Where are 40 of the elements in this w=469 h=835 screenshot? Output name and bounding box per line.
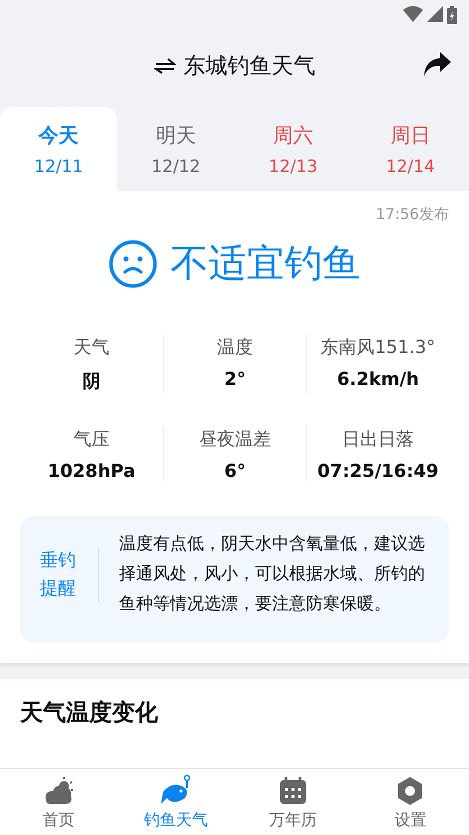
day-tab[interactable]: 周日 12/14 — [352, 107, 469, 191]
day-date: 12/12 — [151, 156, 200, 176]
wifi-icon — [403, 6, 423, 22]
nav-tab[interactable]: 首页 — [0, 769, 118, 835]
stat-label: 日出日落 — [342, 428, 414, 451]
day-date: 12/11 — [34, 156, 84, 176]
day-label: 周六 — [273, 122, 314, 148]
section-title: 天气温度变化 — [20, 699, 159, 728]
stat-label: 温度 — [217, 336, 253, 359]
stat-value: 07:25/16:49 — [317, 461, 439, 482]
tip-title: 垂钓提醒 — [40, 546, 99, 603]
sad-face-icon — [108, 240, 156, 288]
day-tab[interactable]: 今天 12/11 — [0, 107, 118, 191]
nav-tab[interactable]: 万年历 — [234, 769, 352, 835]
stat-value: 6.2km/h — [336, 369, 419, 390]
day-date: 12/14 — [386, 156, 435, 176]
stat-label: 气压 — [74, 428, 110, 451]
day-tab[interactable]: 周六 12/13 — [234, 107, 352, 191]
stat-value: 2° — [224, 369, 246, 390]
share-icon[interactable] — [423, 51, 451, 77]
stat-value: 1028hPa — [48, 461, 136, 482]
battery-icon — [447, 6, 457, 24]
stat-label: 天气 — [74, 336, 110, 359]
fishing-verdict: 不适宜钓鱼 — [170, 240, 360, 287]
day-label: 明天 — [156, 122, 196, 148]
day-tab[interactable]: 明天 12/12 — [117, 107, 234, 191]
swap-icon[interactable] — [154, 58, 176, 74]
page-title: 东城钓鱼天气 — [184, 53, 316, 81]
nav-tab[interactable]: 钓鱼天气 — [117, 769, 234, 835]
stat-value: 阴 — [82, 370, 100, 393]
day-date: 12/13 — [268, 156, 318, 176]
signal-icon — [427, 6, 443, 22]
nav-tab[interactable]: 设置 — [352, 769, 469, 835]
day-label: 今天 — [38, 122, 79, 148]
stat-label: 东南风151.3° — [320, 336, 436, 359]
tip-text: 温度有点低，阴天水中含氧量低，建议选择通风处，风小，可以根据水域、所钓的鱼种等情况选漂，要注意防寒保暖。 — [119, 533, 426, 616]
stat-value: 6° — [224, 461, 246, 482]
day-label: 周日 — [390, 122, 430, 148]
publish-time: 17:56发布 — [374, 205, 449, 224]
stat-label: 昼夜温差 — [199, 428, 271, 451]
